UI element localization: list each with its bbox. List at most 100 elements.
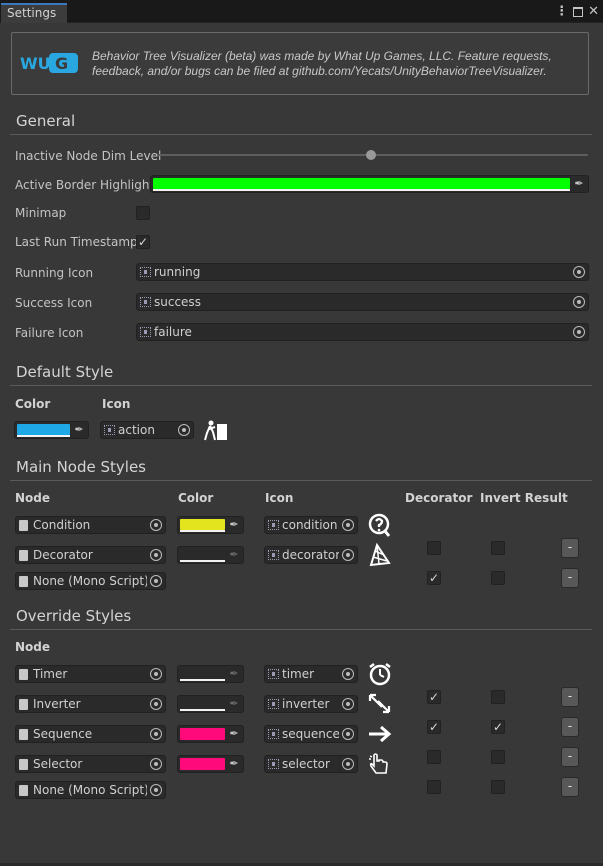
swap-arrows-icon <box>368 693 391 714</box>
divider <box>10 629 592 630</box>
decorator-node-script-field[interactable]: Decorator <box>15 546 166 564</box>
object-picker-icon[interactable] <box>342 728 354 740</box>
object-picker-icon[interactable] <box>150 728 162 740</box>
timestamp-checkbox[interactable]: ✓ <box>136 235 150 249</box>
border-highlight-color-field[interactable]: ✒ <box>150 175 589 193</box>
alpha-bar <box>17 435 70 437</box>
object-picker-icon[interactable] <box>573 296 585 308</box>
border-highlight-swatch <box>153 178 570 189</box>
timer-remove-button[interactable]: - <box>561 687 579 707</box>
eyedropper-icon[interactable]: ✒ <box>227 697 241 711</box>
object-picker-icon[interactable] <box>150 575 162 587</box>
selector-remove-button[interactable]: - <box>561 777 579 797</box>
close-icon[interactable]: ✕ <box>588 5 599 19</box>
eyedropper-icon[interactable]: ✒ <box>227 757 241 771</box>
running-icon-value: running <box>154 265 201 279</box>
object-picker-icon[interactable] <box>150 668 162 680</box>
object-picker-icon[interactable] <box>342 549 354 561</box>
window-tab-bar: Settings ⋮ ✕ <box>0 0 603 23</box>
object-picker-icon[interactable] <box>342 698 354 710</box>
selector-color-field[interactable]: ✒ <box>177 755 244 773</box>
sequence-node-script-field[interactable]: Sequence <box>15 725 166 743</box>
override-styles-header: Override Styles <box>16 607 132 625</box>
condition-node-script-field[interactable]: Condition <box>15 516 166 534</box>
failure-icon-field[interactable]: failure <box>136 323 589 341</box>
running-icon-field[interactable]: running <box>136 263 589 281</box>
selector-decorator-checkbox[interactable] <box>427 780 441 794</box>
success-icon-field[interactable]: success <box>136 293 589 311</box>
condition-icon-field[interactable]: condition <box>264 516 358 534</box>
timer-invert-checkbox[interactable] <box>491 690 505 704</box>
success-icon-label: Success Icon <box>15 296 93 310</box>
object-picker-icon[interactable] <box>150 784 162 796</box>
object-picker-icon[interactable] <box>573 266 585 278</box>
kebab-menu-icon[interactable]: ⋮ <box>555 5 568 19</box>
eyedropper-icon[interactable]: ✒ <box>227 548 241 562</box>
script-icon <box>19 699 28 710</box>
action-node-icon <box>204 420 227 441</box>
col-color: Color <box>178 491 214 505</box>
inverter-color-field[interactable]: ✒ <box>177 695 244 713</box>
condition-remove-button[interactable]: - <box>561 538 579 558</box>
inverter-invert-checkbox[interactable]: ✓ <box>491 720 505 734</box>
default-icon-field[interactable]: action <box>100 421 194 439</box>
timer-icon-field[interactable]: timer <box>264 665 358 683</box>
eyedropper-icon[interactable]: ✒ <box>72 423 86 437</box>
decorator-color-field[interactable]: ✒ <box>177 546 244 564</box>
selector-node-script-field[interactable]: Selector <box>15 755 166 773</box>
object-picker-icon[interactable] <box>178 424 190 436</box>
info-box: WU G Behavior Tree Visualizer (beta) was… <box>11 32 589 95</box>
default-color-swatch <box>17 424 70 435</box>
default-icon-value: action <box>118 423 155 437</box>
eyedropper-icon[interactable]: ✒ <box>227 667 241 681</box>
object-picker-icon[interactable] <box>573 326 585 338</box>
sprite-icon <box>268 759 279 769</box>
inverter-node-script-field[interactable]: Inverter <box>15 695 166 713</box>
icon-name: condition <box>282 518 338 532</box>
sprite-icon <box>268 520 279 530</box>
inverter-icon-field[interactable]: inverter <box>264 695 358 713</box>
object-picker-icon[interactable] <box>150 698 162 710</box>
sprite-icon <box>268 669 279 679</box>
timer-decorator-checkbox[interactable]: ✓ <box>427 690 441 704</box>
selector-icon-field[interactable]: selector <box>264 755 358 773</box>
sequence-decorator-checkbox[interactable] <box>427 750 441 764</box>
default-color-field[interactable]: ✒ <box>14 421 89 439</box>
object-picker-icon[interactable] <box>342 758 354 770</box>
timer-node-script-field[interactable]: Timer <box>15 665 166 683</box>
sequence-icon-field[interactable]: sequencer <box>264 725 358 743</box>
sprite-icon <box>140 327 151 337</box>
inverter-remove-button[interactable]: - <box>561 717 579 737</box>
tab-settings[interactable]: Settings <box>1 3 67 23</box>
condition-invert-checkbox[interactable] <box>491 541 505 555</box>
maximize-icon[interactable] <box>573 7 584 17</box>
decorator-remove-button[interactable]: - <box>561 568 579 588</box>
decorator-decorator-checkbox[interactable]: ✓ <box>427 571 441 585</box>
script-icon <box>19 520 28 531</box>
object-picker-icon[interactable] <box>150 519 162 531</box>
condition-decorator-checkbox[interactable] <box>427 541 441 555</box>
sequence-invert-checkbox[interactable] <box>491 750 505 764</box>
sprite-icon <box>268 729 279 739</box>
object-picker-icon[interactable] <box>342 668 354 680</box>
sequence-remove-button[interactable]: - <box>561 747 579 767</box>
color-swatch <box>180 758 225 770</box>
inverter-decorator-checkbox[interactable]: ✓ <box>427 720 441 734</box>
eyedropper-icon[interactable]: ✒ <box>227 727 241 741</box>
override-empty-script-field[interactable]: None (Mono Script) <box>15 781 166 799</box>
condition-color-field[interactable]: ✒ <box>177 516 244 534</box>
sequence-color-field[interactable]: ✒ <box>177 725 244 743</box>
main-empty-script-field[interactable]: None (Mono Script) <box>15 572 166 590</box>
general-header: General <box>16 112 76 130</box>
object-picker-icon[interactable] <box>150 758 162 770</box>
timer-color-field[interactable]: ✒ <box>177 665 244 683</box>
decorator-icon-field[interactable]: decorator <box>264 546 358 564</box>
object-picker-icon[interactable] <box>342 519 354 531</box>
decorator-invert-checkbox[interactable] <box>491 571 505 585</box>
eyedropper-icon[interactable]: ✒ <box>572 177 586 191</box>
object-picker-icon[interactable] <box>150 549 162 561</box>
eyedropper-icon[interactable]: ✒ <box>227 518 241 532</box>
minimap-checkbox[interactable] <box>136 206 150 220</box>
selector-invert-checkbox[interactable] <box>491 780 505 794</box>
dim-level-slider-thumb[interactable] <box>366 150 376 160</box>
